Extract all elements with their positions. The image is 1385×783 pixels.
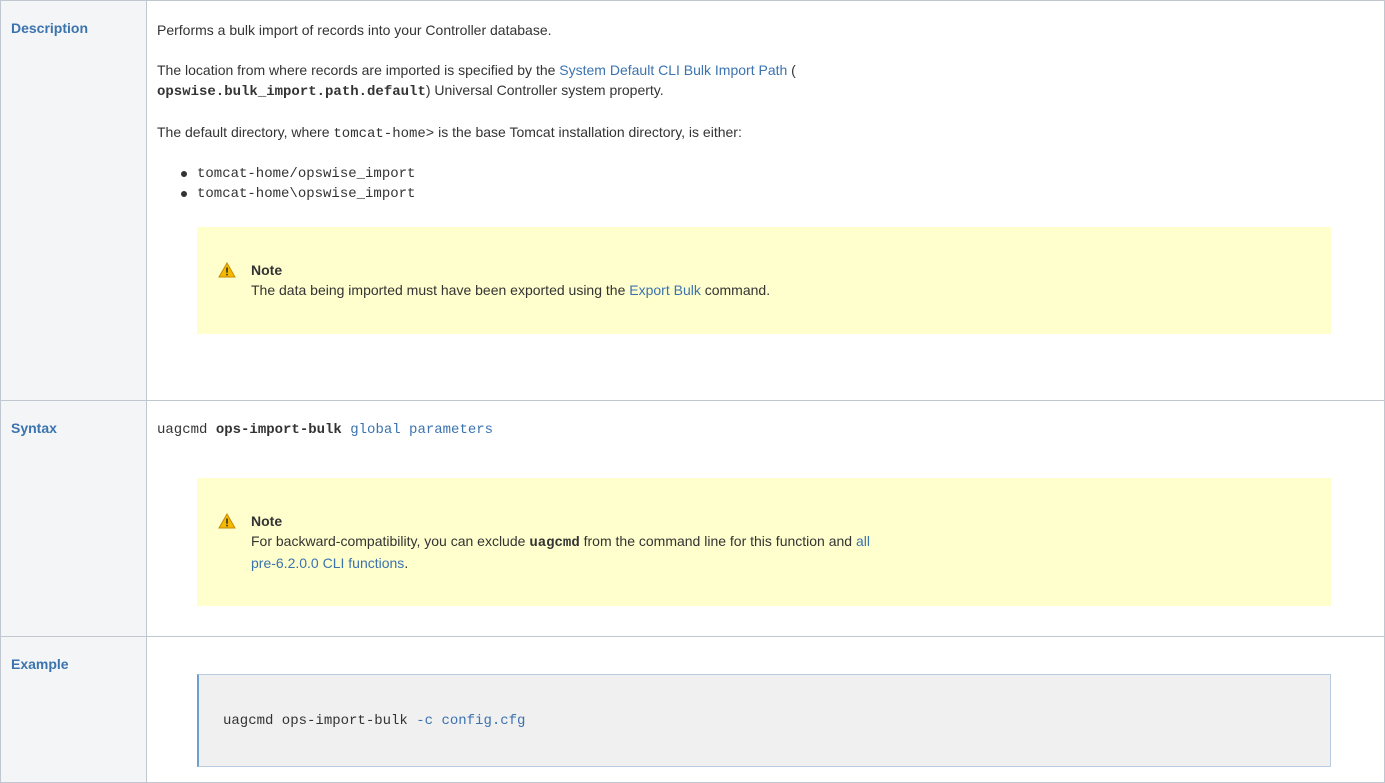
- example-code-panel: uagcmd ops-import-bulk -c config.cfg: [197, 674, 1331, 767]
- bulk-import-path-link[interactable]: System Default CLI Bulk Import Path: [559, 62, 787, 78]
- syntax-line: uagcmd ops-import-bulk global parameters: [157, 422, 494, 438]
- note-text: For backward-compatibility, you can excl…: [251, 533, 870, 571]
- function-name: ops-import-bulk: [215, 422, 342, 438]
- example-row: Example uagcmd ops-import-bulk -c config…: [0, 636, 1385, 783]
- export-bulk-link[interactable]: Export Bulk: [629, 282, 701, 298]
- command-reference-table: Description Performs a bulk import of re…: [0, 0, 1385, 783]
- description-label: Description: [0, 0, 147, 401]
- example-cell: uagcmd ops-import-bulk -c config.cfg: [146, 636, 1385, 783]
- description-intro: Performs a bulk import of records into y…: [157, 22, 552, 38]
- syntax-cell: uagcmd ops-import-bulk global parameters…: [146, 400, 1385, 637]
- example-command: uagcmd ops-import-bulk -c config.cfg: [223, 713, 526, 729]
- default-paths-list: tomcat-home/opswise_import tomcat-home\o…: [157, 164, 1331, 204]
- description-row: Description Performs a bulk import of re…: [0, 0, 1385, 401]
- tomcat-home-code: tomcat-home>: [333, 126, 435, 142]
- path-item-windows: tomcat-home\opswise_import: [181, 184, 1331, 204]
- compatibility-note-panel: Note For backward-compatibility, you can…: [197, 478, 1331, 606]
- import-note-panel: Note The data being imported must have b…: [197, 227, 1331, 334]
- path-item-unix: tomcat-home/opswise_import: [181, 164, 1331, 184]
- description-cell: Performs a bulk import of records into y…: [146, 0, 1385, 401]
- note-title: Note: [251, 262, 283, 278]
- note-text: The data being imported must have been e…: [251, 282, 771, 298]
- location-paragraph: The location from where records are impo…: [157, 62, 796, 100]
- bulk-import-property: opswise.bulk_import.path.default: [157, 84, 426, 100]
- default-directory-paragraph: The default directory, where tomcat-home…: [157, 124, 742, 142]
- cli-functions-link-part1[interactable]: all: [856, 533, 870, 549]
- config-file: config.cfg: [433, 713, 526, 729]
- global-parameters-link[interactable]: global parameters: [342, 422, 493, 438]
- uagcmd-code: uagcmd: [529, 535, 580, 551]
- syntax-label: Syntax: [0, 400, 147, 637]
- warning-icon: [218, 513, 236, 529]
- syntax-row: Syntax uagcmd ops-import-bulk global par…: [0, 400, 1385, 637]
- example-label: Example: [0, 636, 147, 783]
- note-title: Note: [251, 513, 283, 529]
- config-option: -c: [416, 713, 434, 729]
- cli-functions-link-part2[interactable]: pre-6.2.0.0 CLI functions: [251, 555, 404, 571]
- warning-icon: [218, 262, 236, 278]
